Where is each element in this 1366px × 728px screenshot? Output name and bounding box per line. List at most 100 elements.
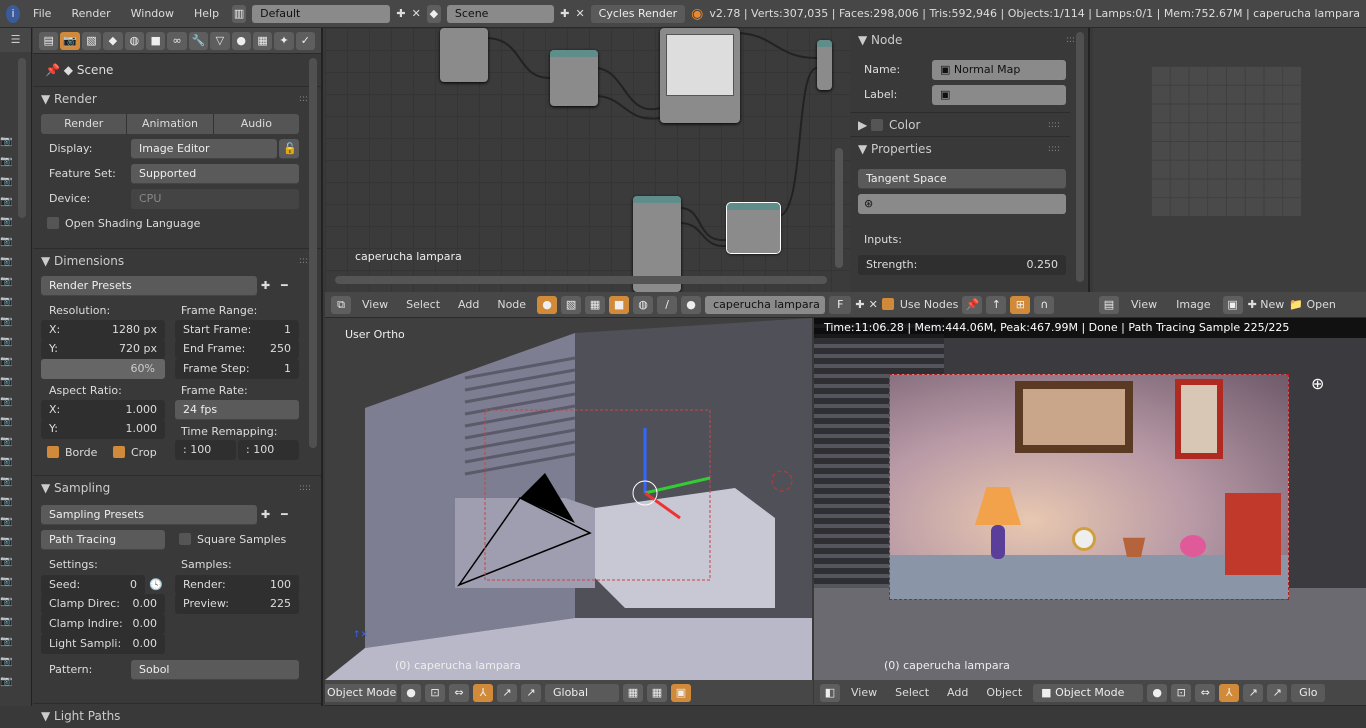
menu-view[interactable]: View (355, 298, 395, 311)
transform-orientation-select[interactable]: Glo (1291, 683, 1326, 702)
fake-user-button[interactable]: F (829, 295, 852, 314)
add-scene-button[interactable]: ✚ (560, 7, 569, 20)
uv-map-field[interactable]: ⊛ (858, 194, 1066, 214)
crop-checkbox[interactable]: Crop (113, 443, 157, 463)
rgb-curves-node[interactable] (660, 28, 740, 123)
new-image-button[interactable]: ✚ New (1248, 298, 1285, 311)
menu-view[interactable]: View (844, 686, 884, 699)
parent-tree-icon[interactable]: ↑ (986, 295, 1007, 314)
end-frame-field[interactable]: End Frame: 250 (175, 339, 299, 359)
render-samples-field[interactable]: Render: 100 (175, 575, 299, 595)
menu-view[interactable]: View (1124, 298, 1164, 311)
sampling-section-header[interactable]: ▼ Sampling:::: (33, 475, 321, 499)
lock-icon[interactable]: 🔓 (279, 139, 299, 159)
translate-manipulator-icon[interactable]: ⅄ (473, 683, 493, 702)
object-shader-icon[interactable]: ■ (609, 295, 630, 314)
outliner-camera-icon[interactable]: 📷 (0, 332, 31, 352)
world-shader-icon[interactable]: ◍ (633, 295, 654, 314)
sampling-presets-select[interactable]: Sampling Presets (41, 505, 257, 525)
node-editor-canvas[interactable]: caperucha lampara (325, 28, 850, 292)
compositing-nodes-icon[interactable]: ▧ (561, 295, 582, 314)
menu-image[interactable]: Image (1169, 298, 1217, 311)
render-button[interactable]: Render (41, 114, 126, 134)
outliner-camera-icon[interactable]: 📷 (0, 472, 31, 492)
outliner-camera-icon[interactable]: 📷 (0, 592, 31, 612)
animation-button[interactable]: Animation (126, 114, 212, 134)
material-tab-icon[interactable]: ● (231, 31, 251, 50)
menu-add[interactable]: Add (940, 686, 975, 699)
outliner-camera-icon[interactable]: 📷 (0, 672, 31, 692)
outliner-camera-icon[interactable]: 📷 (0, 392, 31, 412)
new-material-button[interactable]: ✚ (855, 298, 864, 311)
menu-select[interactable]: Select (399, 298, 447, 311)
normal-map-node[interactable] (726, 202, 781, 254)
menu-select[interactable]: Select (888, 686, 936, 699)
outliner-camera-icon[interactable]: 📷 (0, 372, 31, 392)
menu-window[interactable]: Window (124, 7, 181, 20)
render-tab-icon[interactable]: 📷 (60, 31, 80, 50)
material-icon[interactable]: ● (681, 295, 702, 314)
rendered-viewport[interactable]: Time:11:06.28 | Mem:444.06M, Peak:467.99… (814, 318, 1366, 680)
node-section-header[interactable]: ▼ Node:::: (850, 28, 1088, 52)
add-preset-button[interactable]: ✚ (261, 276, 270, 296)
editor-type-icon[interactable]: ▤ (39, 31, 59, 50)
frame-rate-select[interactable]: 24 fps (175, 400, 299, 420)
seed-field[interactable]: Seed: 0 (41, 575, 145, 595)
outliner-camera-icon[interactable]: 📷 (0, 232, 31, 252)
outliner-camera-icon[interactable]: 📷 (0, 212, 31, 232)
image-editor-canvas[interactable] (1093, 28, 1366, 292)
unlink-material-button[interactable]: ✕ (869, 298, 878, 311)
clamp-direct-field[interactable]: Clamp Direc: 0.00 (41, 594, 165, 614)
scene-name-field[interactable]: Scene (446, 4, 555, 23)
strength-field[interactable]: Strength: 0.250 (858, 255, 1066, 275)
layers-icon-2[interactable]: ▦ (647, 683, 667, 702)
square-samples-checkbox[interactable]: Square Samples (179, 530, 286, 550)
outliner-camera-icon[interactable]: 📷 (0, 552, 31, 572)
sidebar-scrollbar[interactable] (1076, 32, 1084, 282)
resolution-x-field[interactable]: X: 1280 px (41, 320, 165, 340)
texture-node[interactable] (440, 28, 488, 82)
node-name-field[interactable]: ▣ Normal Map (932, 60, 1066, 80)
outliner-camera-icon[interactable]: 📷 (0, 312, 31, 332)
particles-tab-icon[interactable]: ✦ (274, 31, 294, 50)
rotate-manipulator-icon[interactable]: ↗ (497, 683, 517, 702)
remap-old-field[interactable]: : 100 (175, 440, 236, 460)
screen-layout-icon[interactable]: ▥ (232, 4, 247, 23)
render-layers-tab-icon[interactable]: ▧ (81, 31, 102, 50)
light-paths-section-header[interactable]: ▼ Light Paths (33, 703, 321, 727)
scale-manipulator-icon[interactable]: ↗ (1267, 683, 1288, 702)
light-sampling-threshold-field[interactable]: Light Sampli: 0.00 (41, 634, 165, 654)
node-editor-v-scrollbar[interactable] (835, 148, 843, 268)
layers-icon[interactable]: ▦ (623, 683, 643, 702)
frame-step-field[interactable]: Frame Step: 1 (175, 359, 299, 379)
mode-select[interactable]: Object Mode (325, 683, 397, 702)
screen-name-field[interactable]: Default (252, 4, 391, 23)
outliner-camera-icon[interactable]: 📷 (0, 612, 31, 632)
outliner-camera-icon[interactable]: 📷 (0, 632, 31, 652)
constraints-tab-icon[interactable]: ∞ (167, 31, 187, 50)
world-tab-icon[interactable]: ◍ (124, 31, 144, 50)
line-style-icon[interactable]: / (657, 295, 678, 314)
outliner-camera-icon[interactable]: 📷 (0, 192, 31, 212)
outliner-scrollbar[interactable] (18, 58, 26, 218)
preview-samples-field[interactable]: Preview: 225 (175, 594, 299, 614)
aspect-x-field[interactable]: X: 1.000 (41, 400, 165, 420)
pivot-point-icon[interactable]: ⊡ (1171, 683, 1192, 702)
viewport-shading-icon[interactable]: ● (1147, 683, 1168, 702)
menu-render[interactable]: Render (64, 7, 117, 20)
add-screen-button[interactable]: ✚ (396, 7, 405, 20)
node-editor-h-scrollbar[interactable] (335, 276, 827, 284)
menu-node[interactable]: Node (490, 298, 533, 311)
manipulator-icon[interactable]: ⇔ (449, 683, 469, 702)
scene-icon[interactable]: ◆ (426, 4, 441, 23)
clamp-indirect-field[interactable]: Clamp Indire: 0.00 (41, 614, 165, 634)
fresnel-node[interactable] (550, 50, 598, 106)
properties-scrollbar[interactable] (309, 58, 317, 448)
material-name-field[interactable]: caperucha lampara (705, 295, 826, 314)
animated-seed-clock-icon[interactable]: 🕓 (147, 575, 165, 595)
manipulator-icon[interactable]: ⇔ (1195, 683, 1216, 702)
aspect-y-field[interactable]: Y: 1.000 (41, 419, 165, 439)
display-select[interactable]: Image Editor (131, 139, 277, 159)
outliner-camera-icon[interactable]: 📷 (0, 132, 31, 152)
delete-scene-button[interactable]: ✕ (575, 7, 584, 20)
